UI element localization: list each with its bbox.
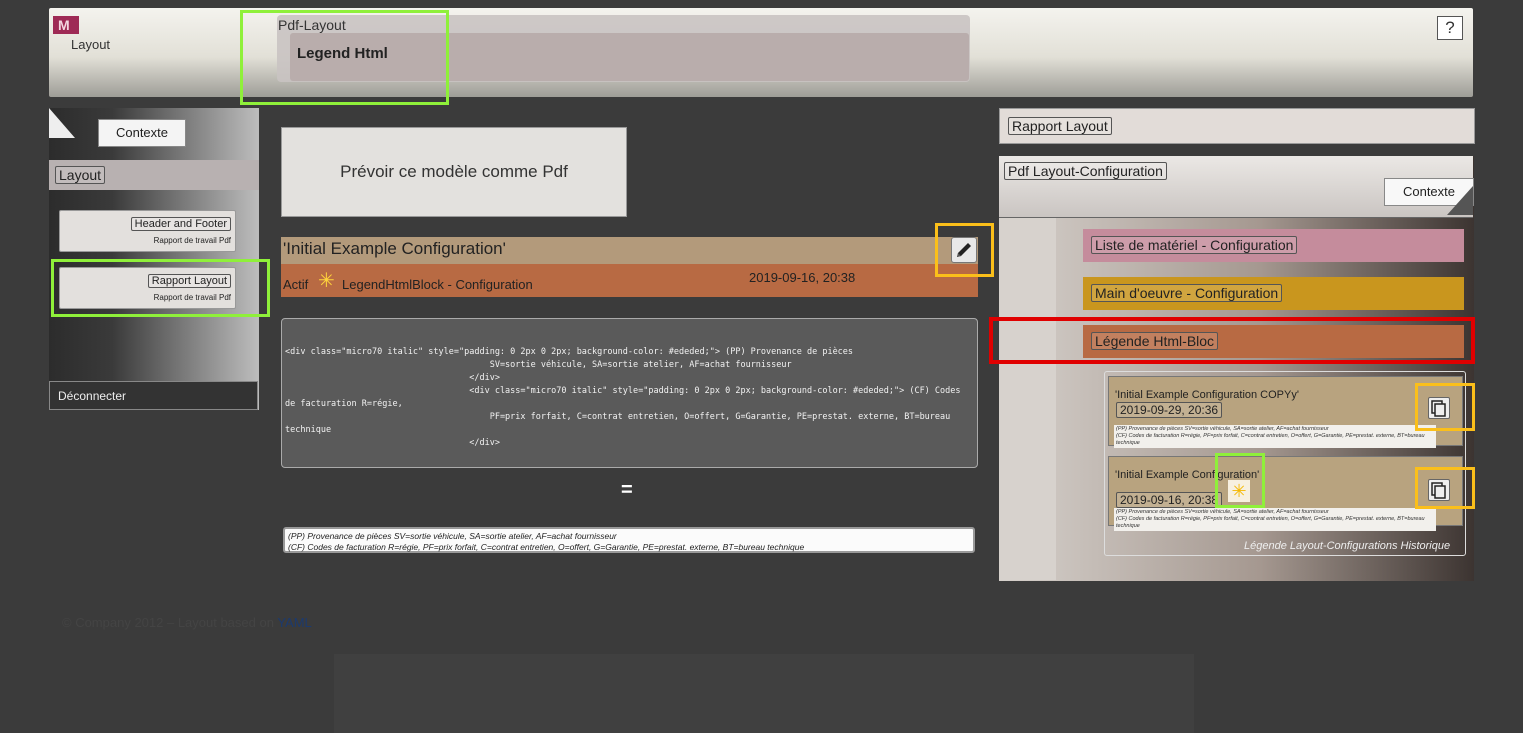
left-sidebar (49, 108, 259, 410)
tab-label: Legend Html (297, 45, 388, 62)
history-date: 2019-09-29, 20:36 (1116, 402, 1223, 418)
preview-pdf-button[interactable]: Prévoir ce modèle comme Pdf (281, 127, 627, 217)
preview-line: (PP) Provenance de pièces SV=sortie véhi… (288, 531, 617, 541)
logout-button[interactable]: Déconnecter (49, 381, 258, 410)
pdf-config-title: Pdf Layout-Configuration (1004, 162, 1167, 180)
copy-button[interactable] (1428, 397, 1450, 419)
config-item-materiel[interactable]: Liste de matériel - Configuration (1083, 229, 1464, 262)
equals-sign: = (621, 479, 633, 501)
copy-icon (1431, 400, 1446, 417)
config-item-label: Main d'oeuvre - Configuration (1091, 284, 1283, 302)
breadcrumb[interactable]: Pdf-Layout (278, 17, 346, 33)
history-preview-line: (PP) Provenance de pièces SV=sortie véhi… (1116, 509, 1329, 515)
help-button[interactable]: ? (1437, 16, 1463, 40)
sidebar-title: Layout (55, 166, 106, 184)
history-label: Légende Layout-Configurations Historique (1244, 540, 1451, 552)
sidebar-item-label: Rapport Layout (147, 274, 231, 288)
status-block: LegendHtmlBlock - Configuration (342, 277, 533, 292)
history-preview-line: (PP) Provenance de pièces SV=sortie véhi… (1116, 426, 1329, 432)
copy-icon (1431, 482, 1446, 499)
sidebar-item-sub: Rapport de travail Pdf (153, 236, 231, 245)
config-item-label: Liste de matériel - Configuration (1091, 236, 1298, 254)
preview-line: (CF) Codes de facturation R=régie, PF=pr… (288, 542, 805, 552)
panel-corner-icon[interactable] (49, 108, 75, 138)
html-code-text: <div class="micro70 italic" style="paddi… (285, 347, 961, 448)
active-star-icon: ✳ (1228, 480, 1250, 502)
config-item-main-oeuvre[interactable]: Main d'oeuvre - Configuration (1083, 277, 1464, 310)
config-title: 'Initial Example Configuration' (283, 239, 506, 258)
sidebar-item-header-footer[interactable]: Header and Footer Rapport de travail Pdf (59, 210, 236, 252)
status-active: Actif (283, 277, 309, 292)
sidebar-item-rapport-layout[interactable]: Rapport Layout Rapport de travail Pdf (59, 267, 236, 309)
config-item-legende-html[interactable]: Légende Html-Bloc (1083, 325, 1464, 358)
history-item[interactable]: 'Initial Example Configuration' 2019-09-… (1108, 456, 1463, 531)
history-preview: (PP) Provenance de pièces SV=sortie véhi… (1114, 425, 1436, 448)
history-item[interactable]: 'Initial Example Configuration COPYy' 20… (1108, 376, 1463, 448)
footer-text: © Company 2012 – Layout based on YAML (62, 615, 312, 630)
tab-legend-html[interactable]: Legend Html (290, 33, 969, 81)
rendered-preview: (PP) Provenance de pièces SV=sortie véhi… (283, 527, 975, 553)
config-item-label: Légende Html-Bloc (1091, 332, 1219, 350)
copy-button[interactable] (1428, 479, 1450, 501)
logo-icon (53, 16, 79, 34)
history-preview-line: (CF) Codes de facturation R=régie, PF=pr… (1116, 433, 1425, 446)
contexte-button[interactable]: Contexte (98, 119, 186, 147)
edit-button[interactable] (951, 237, 977, 263)
rapport-layout-title[interactable]: Rapport Layout (1008, 117, 1112, 135)
footer-copyright: © Company 2012 – Layout based on (62, 615, 278, 630)
footer-link[interactable]: YAML (277, 615, 311, 630)
footer-band (334, 654, 1194, 733)
sidebar-item-label: Header and Footer (130, 217, 231, 231)
sidebar-item-sub: Rapport de travail Pdf (153, 293, 231, 302)
pencil-icon (957, 243, 971, 257)
panel-gutter (1000, 218, 1056, 580)
star-icon: ✳ (318, 270, 335, 292)
status-date: 2019-09-16, 20:38 (749, 270, 856, 285)
history-preview: (PP) Provenance de pièces SV=sortie véhi… (1114, 508, 1436, 531)
history-preview-line: (CF) Codes de facturation R=régie, PF=pr… (1116, 516, 1425, 529)
app-name: Layout (71, 37, 111, 52)
history-title: 'Initial Example Configuration COPYy' (1115, 389, 1299, 401)
history-date: 2019-09-16, 20:38 (1116, 492, 1223, 508)
panel-corner-icon[interactable] (1447, 186, 1473, 215)
